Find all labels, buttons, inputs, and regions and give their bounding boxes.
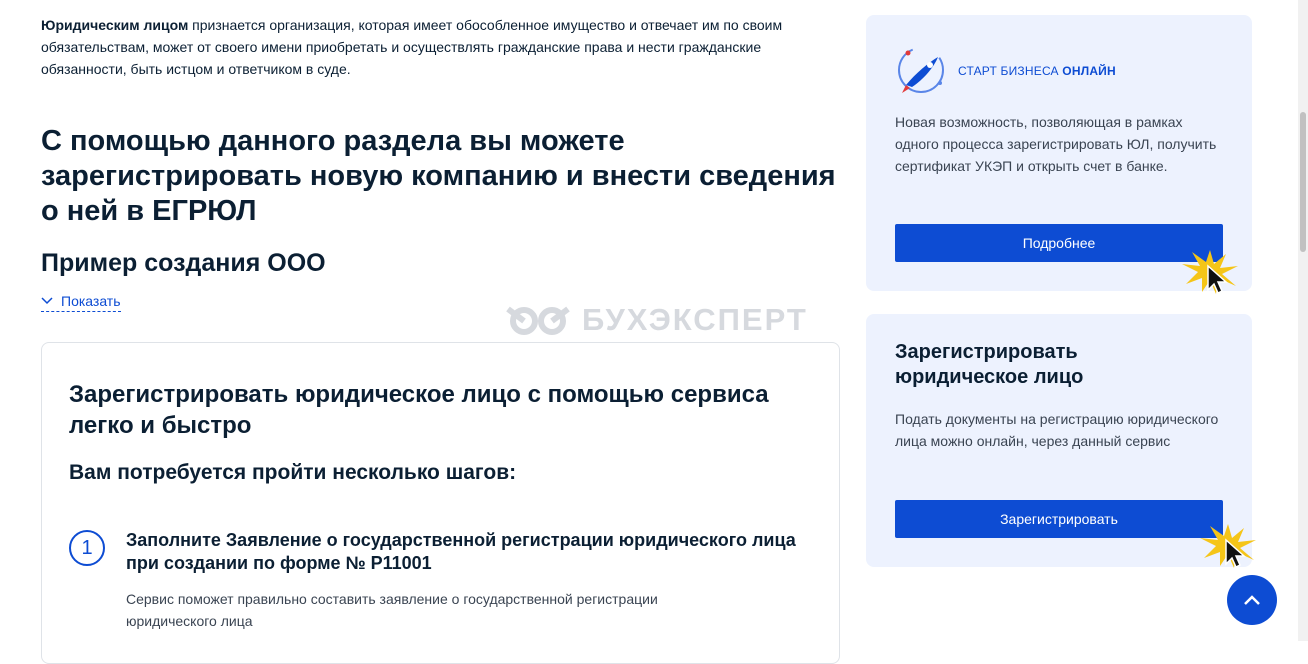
scrollbar-thumb[interactable] — [1300, 112, 1306, 252]
logo-text: СТАРТ БИЗНЕСА ОНЛАЙН — [958, 64, 1116, 78]
intro-paragraph: Юридическим лицом признается организация… — [41, 14, 831, 80]
register-legal-entity-panel: Зарегистрировать юридическое лицо Подать… — [866, 314, 1252, 567]
scroll-to-top-button[interactable] — [1227, 575, 1277, 625]
promo-description: Новая возможность, позволяющая в рамках … — [895, 114, 1217, 174]
watermark-text: БУХЭКСПЕРТ — [582, 302, 808, 337]
step-title: Заполните Заявление о государственной ре… — [126, 530, 796, 573]
page-heading: С помощью данного раздела вы можете заре… — [41, 125, 836, 227]
start-business-logo: СТАРТ БИЗНЕСА ОНЛАЙН — [894, 43, 1116, 99]
chevron-up-icon — [1244, 595, 1260, 605]
click-highlight-cursor-icon — [1182, 250, 1238, 295]
watermark: БУХЭКСПЕРТ — [506, 302, 808, 338]
register-button[interactable]: Зарегистрировать — [895, 500, 1223, 538]
chevron-down-icon — [41, 297, 53, 305]
more-details-button[interactable]: Подробнее — [895, 224, 1223, 262]
click-highlight-cursor-icon — [1200, 524, 1256, 569]
rocket-icon — [898, 47, 944, 93]
example-title: Пример создания ООО — [41, 249, 326, 277]
registration-card: Зарегистрировать юридическое лицо с помо… — [41, 342, 840, 664]
scrollbar[interactable] — [1298, 0, 1308, 641]
watermark-logo-icon — [506, 306, 570, 335]
register-panel-description: Подать документы на регистрацию юридичес… — [895, 411, 1219, 449]
show-toggle-label: Показать — [61, 293, 121, 309]
step-description: Сервис поможет правильно составить заявл… — [126, 591, 658, 629]
register-panel-title: Зарегистрировать юридическое лицо — [895, 341, 1084, 388]
show-toggle[interactable]: Показать — [41, 293, 121, 312]
step-number-badge: 1 — [69, 530, 105, 566]
steps-title: Вам потребуется пройти несколько шагов: — [69, 461, 517, 484]
card-title: Зарегистрировать юридическое лицо с помо… — [69, 381, 769, 439]
intro-term: Юридическим лицом — [41, 17, 189, 33]
